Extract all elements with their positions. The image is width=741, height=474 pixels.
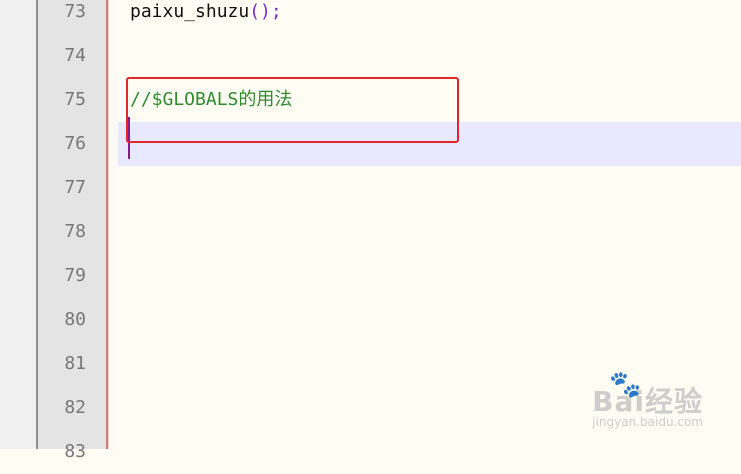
- line-number: 81: [64, 353, 86, 374]
- line-number: 80: [64, 309, 86, 330]
- line-number: 82: [64, 397, 86, 418]
- line-number: 76: [64, 133, 86, 154]
- code-line[interactable]: [118, 210, 741, 254]
- line-number: 74: [64, 45, 86, 66]
- line-number: 79: [64, 265, 86, 286]
- line-number: 73: [64, 1, 86, 22]
- line-number: 78: [64, 221, 86, 242]
- code-token-punc: ();: [249, 1, 282, 22]
- line-number: 83: [64, 441, 86, 462]
- code-line[interactable]: [118, 254, 741, 298]
- baidu-jingyan-watermark: Bai经验 🐾 jingyan.baidu.com: [563, 370, 703, 432]
- code-line[interactable]: [118, 430, 741, 474]
- code-token-fn: paixu_shuzu: [130, 1, 250, 22]
- code-line[interactable]: paixu_shuzu();: [118, 0, 741, 34]
- baidu-paw-icon: 🐾: [609, 370, 642, 400]
- code-line[interactable]: [118, 298, 741, 342]
- fold-margin[interactable]: [108, 0, 118, 449]
- code-line[interactable]: [118, 166, 741, 210]
- watermark-url: jingyan.baidu.com: [592, 415, 703, 429]
- line-number: 77: [64, 177, 86, 198]
- line-number: 75: [64, 89, 86, 110]
- left-panel-edge: [0, 0, 38, 449]
- annotation-highlight-box: [126, 77, 459, 143]
- code-line[interactable]: [118, 34, 741, 78]
